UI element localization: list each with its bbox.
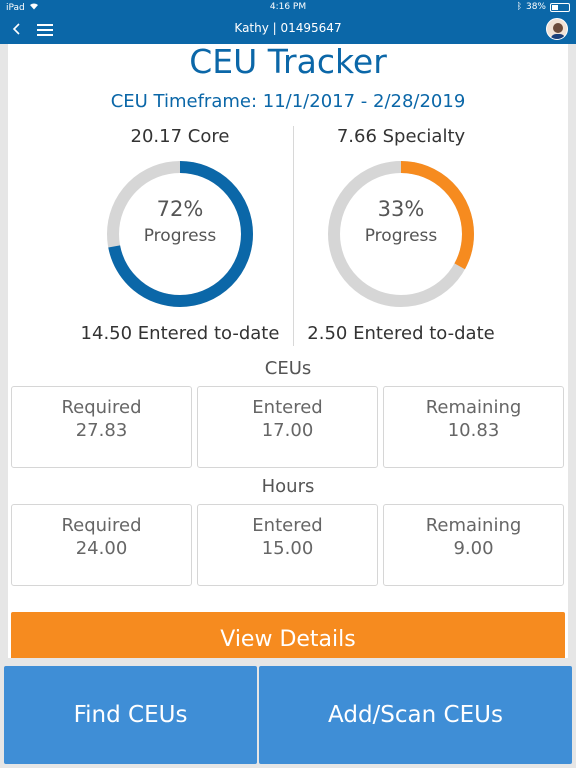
hours-remaining-box: Remaining 9.00 — [383, 504, 564, 586]
stat-label: Remaining — [425, 515, 522, 536]
stat-value: 9.00 — [453, 538, 494, 559]
find-ceus-button[interactable]: Find CEUs — [4, 666, 257, 764]
battery-icon — [550, 2, 570, 12]
user-avatar-icon — [551, 23, 565, 39]
specialty-progress-label: Progress — [364, 226, 438, 246]
core-progress-label: Progress — [143, 226, 217, 246]
nav-bar: Kathy | 01495647 — [0, 15, 576, 44]
ceus-required-box: Required 27.83 — [11, 386, 192, 468]
stat-label: Entered — [252, 397, 323, 418]
core-percent: 72% — [156, 197, 204, 221]
page-title: CEU Tracker — [189, 44, 387, 81]
nav-title: Kathy | 01495647 — [234, 21, 342, 35]
specialty-percent: 33% — [377, 197, 425, 221]
hours-entered-box: Entered 15.00 — [197, 504, 378, 586]
stat-value: 27.83 — [75, 420, 128, 441]
ceu-timeframe: CEU Timeframe: 11/1/2017 - 2/28/2019 — [110, 91, 466, 112]
specialty-entered: 2.50 Entered to-date — [307, 323, 495, 344]
ceus-section-title: CEUs — [264, 358, 312, 379]
status-time: 4:16 PM — [269, 2, 307, 12]
hours-section-title: Hours — [261, 476, 315, 497]
core-progress-ring: 72% Progress — [105, 159, 255, 309]
stat-label: Entered — [252, 515, 323, 536]
status-bar: iPad 4:16 PM ᛒ 38% — [0, 0, 576, 15]
specialty-progress-ring: 33% Progress — [326, 159, 476, 309]
ceus-entered-box: Entered 17.00 — [197, 386, 378, 468]
ceus-remaining-box: Remaining 10.83 — [383, 386, 564, 468]
stat-value: 24.00 — [75, 538, 128, 559]
stat-label: Required — [61, 515, 142, 536]
ceu-tracker-card: CEU Tracker CEU Timeframe: 11/1/2017 - 2… — [8, 44, 568, 658]
bluetooth-icon: ᛒ — [516, 2, 522, 12]
add-scan-ceus-button[interactable]: Add/Scan CEUs — [259, 666, 572, 764]
hours-required-box: Required 24.00 — [11, 504, 192, 586]
status-right: ᛒ 38% — [517, 2, 570, 12]
view-details-button[interactable]: View Details — [11, 612, 565, 658]
stat-value: 15.00 — [261, 538, 314, 559]
avatar[interactable] — [546, 18, 568, 40]
battery-percent: 38% — [525, 2, 546, 12]
stat-value: 10.83 — [447, 420, 500, 441]
stat-value: 17.00 — [261, 420, 314, 441]
specialty-caption: 7.66 Specialty — [336, 126, 466, 147]
stat-label: Required — [61, 397, 142, 418]
specialty-column: 7.66 Specialty 33% Progress 2.50 Entered… — [271, 126, 531, 344]
stat-label: Remaining — [425, 397, 522, 418]
